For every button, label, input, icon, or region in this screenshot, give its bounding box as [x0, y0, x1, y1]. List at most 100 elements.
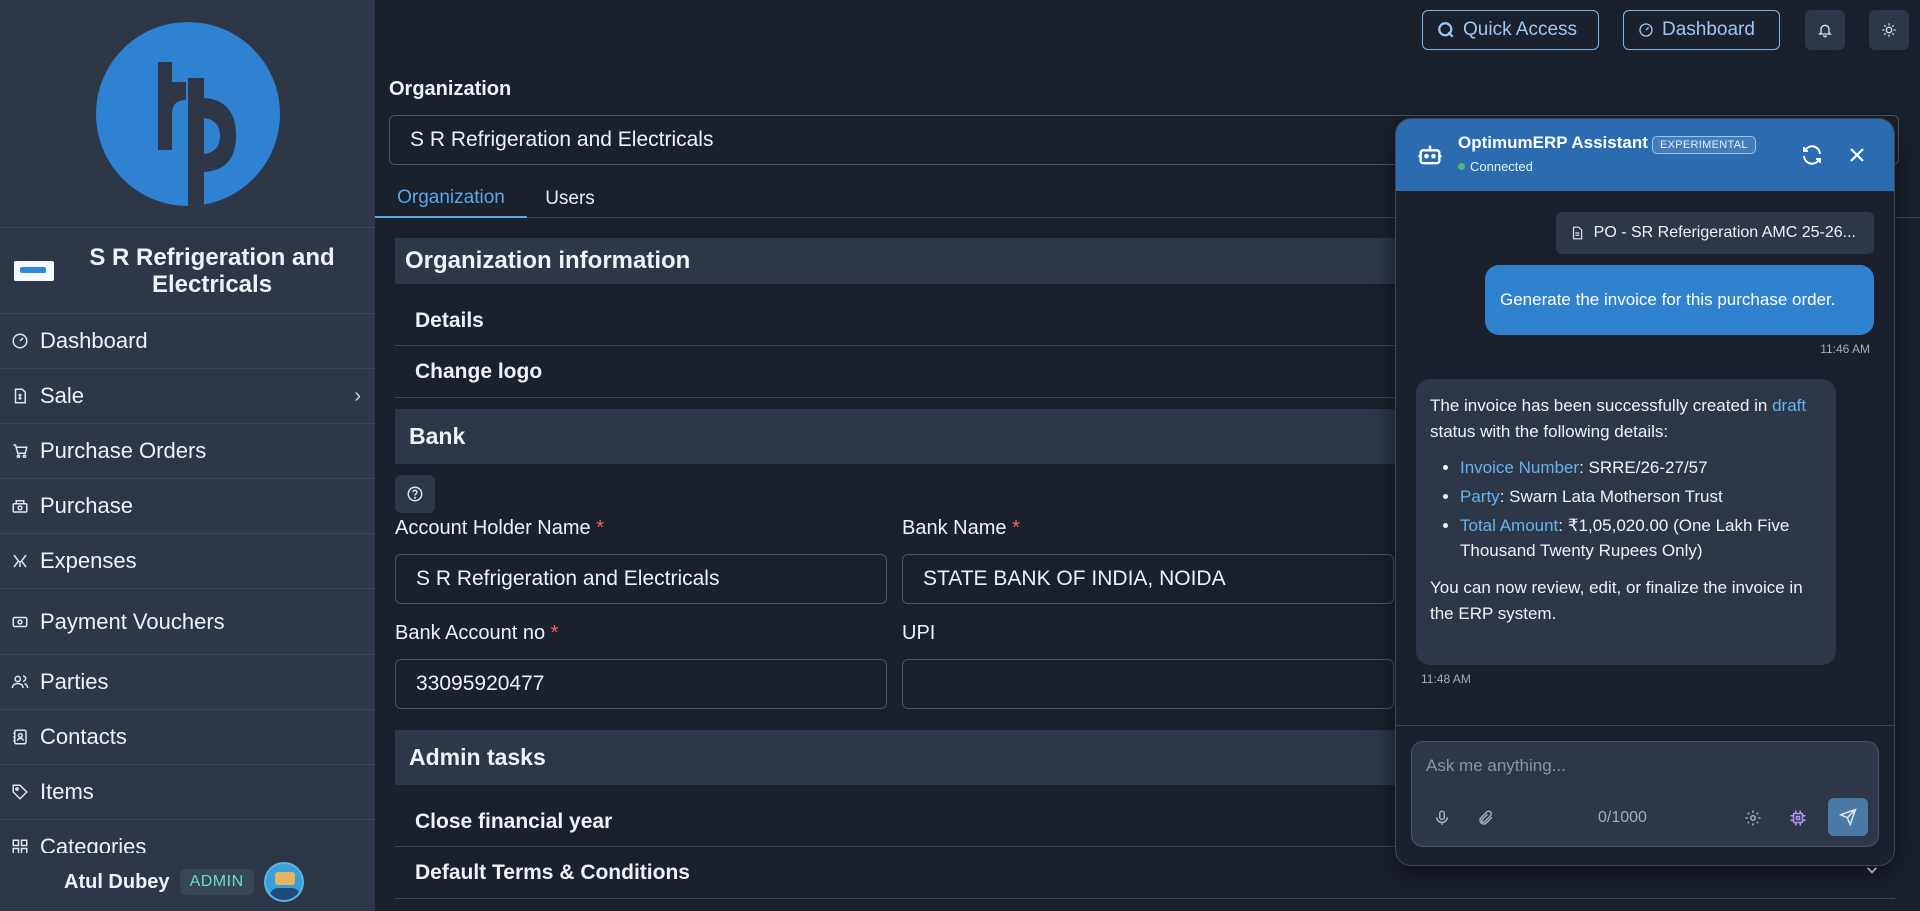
intro-text: status with the following details:	[1430, 422, 1669, 441]
chat-input-placeholder: Ask me anything...	[1426, 756, 1566, 775]
account-no-label-text: Bank Account no	[395, 622, 546, 644]
invoice-icon	[10, 386, 30, 406]
notifications-button[interactable]	[1805, 10, 1845, 50]
sidebar-item-label: Parties	[40, 669, 109, 694]
character-counter: 0/1000	[1598, 809, 1647, 826]
assistant-intro: The invoice has been successfully create…	[1430, 393, 1822, 445]
bank-name-label-text: Bank Name	[902, 517, 1007, 539]
chevron-right-icon: ›	[354, 384, 361, 407]
robot-icon	[1416, 141, 1444, 174]
users-icon	[10, 672, 30, 692]
chat-composer: Ask me anything... 0/1000	[1396, 725, 1894, 865]
sidebar: S R Refrigeration and Electricals Dashbo…	[0, 0, 375, 911]
send-button[interactable]	[1828, 798, 1868, 836]
sidebar-item-expenses[interactable]: Expenses	[0, 534, 375, 589]
sun-icon	[1882, 23, 1896, 37]
bell-icon	[1818, 24, 1832, 38]
user-name: Atul Dubey	[64, 870, 170, 893]
assistant-chat-panel: OptimumERP Assistant EXPERIMENTAL Connec…	[1395, 118, 1895, 866]
connection-status: Connected	[1458, 159, 1533, 174]
help-button[interactable]	[395, 475, 435, 513]
bank-name-label: Bank Name *	[902, 517, 1020, 540]
cart-icon	[10, 441, 30, 461]
account-holder-label-text: Account Holder Name	[395, 517, 591, 539]
tab-users[interactable]: Users	[527, 180, 613, 218]
detail-value: : Swarn Lata Motherson Trust	[1499, 487, 1723, 506]
connection-status-text: Connected	[1470, 159, 1533, 174]
paperclip-icon[interactable]	[1472, 804, 1500, 832]
sidebar-item-label: Items	[40, 779, 94, 804]
tab-organization[interactable]: Organization	[375, 180, 527, 218]
detail-key: Party	[1460, 487, 1500, 506]
sidebar-item-contacts[interactable]: Contacts	[0, 710, 375, 765]
message-timestamp: 11:46 AM	[1820, 342, 1870, 356]
document-icon	[1572, 226, 1582, 240]
account-holder-label: Account Holder Name *	[395, 517, 604, 540]
quick-access-icon	[1438, 22, 1454, 38]
sidebar-item-label: Dashboard	[40, 328, 148, 353]
row-default-terms-label: Default Terms & Conditions	[415, 860, 690, 884]
detail-key: Invoice Number	[1460, 458, 1580, 477]
sidebar-item-sale[interactable]: Sale ›	[0, 369, 375, 424]
tag-icon	[10, 782, 30, 802]
message-timestamp: 11:48 AM	[1421, 672, 1471, 686]
upi-label: UPI	[902, 622, 936, 644]
top-bar: Quick Access Dashboard	[375, 0, 1920, 60]
chip-icon[interactable]	[1784, 804, 1812, 832]
required-mark: *	[1012, 517, 1020, 539]
account-no-label: Bank Account no *	[395, 622, 558, 645]
close-icon[interactable]	[1845, 143, 1869, 172]
sidebar-item-label: Purchase Orders	[40, 438, 207, 463]
list-item: Total Amount: ₹1,05,020.00 (One Lakh Fiv…	[1460, 513, 1822, 563]
list-item: Invoice Number: SRRE/26-27/57	[1460, 455, 1822, 480]
microphone-icon[interactable]	[1428, 804, 1456, 832]
detail-value: : SRRE/26-27/57	[1579, 458, 1708, 477]
settings-icon[interactable]	[1739, 804, 1767, 832]
attachment-name: PO - SR Referigeration AMC 25-26...	[1593, 224, 1856, 241]
bank-name-field[interactable]: STATE BANK OF INDIA, NOIDA	[902, 554, 1394, 604]
quick-access-button[interactable]: Quick Access	[1422, 10, 1599, 50]
voucher-icon	[10, 612, 30, 632]
dashboard-button[interactable]: Dashboard	[1623, 10, 1780, 50]
help-icon	[407, 486, 423, 502]
org-logo	[14, 260, 54, 281]
sidebar-item-parties[interactable]: Parties	[0, 655, 375, 710]
sidebar-item-label: Payment Vouchers	[40, 608, 225, 634]
gauge-icon	[10, 331, 30, 351]
sidebar-org[interactable]: S R Refrigeration and Electricals	[0, 228, 375, 314]
refresh-icon[interactable]	[1800, 143, 1824, 172]
app-logo-icon	[95, 21, 280, 206]
org-select-label: Organization	[389, 78, 512, 100]
sidebar-item-dashboard[interactable]: Dashboard	[0, 314, 375, 369]
expenses-icon	[10, 551, 30, 571]
theme-toggle-button[interactable]	[1869, 10, 1909, 50]
dashboard-label: Dashboard	[1662, 19, 1755, 40]
required-mark: *	[550, 622, 559, 644]
sidebar-item-purchase[interactable]: Purchase	[0, 479, 375, 534]
gauge-icon	[1639, 23, 1653, 37]
sidebar-item-purchase-orders[interactable]: Purchase Orders	[0, 424, 375, 479]
avatar[interactable]	[263, 862, 304, 902]
user-message: Generate the invoice for this purchase o…	[1485, 265, 1874, 335]
upi-field[interactable]	[902, 659, 1394, 709]
experimental-badge: EXPERIMENTAL	[1652, 136, 1756, 154]
sidebar-item-payment-vouchers[interactable]: Payment Vouchers	[0, 589, 375, 655]
app-logo	[0, 0, 375, 228]
account-holder-field[interactable]: S R Refrigeration and Electricals	[395, 554, 887, 604]
role-badge: ADMIN	[179, 869, 254, 895]
status-highlight: draft	[1772, 396, 1807, 415]
money-icon	[10, 496, 30, 516]
account-no-field[interactable]: 33095920477	[395, 659, 887, 709]
attachment-chip[interactable]: PO - SR Referigeration AMC 25-26...	[1555, 212, 1874, 254]
quick-access-label: Quick Access	[1463, 19, 1578, 40]
user-profile[interactable]: Atul Dubey ADMIN	[0, 853, 375, 911]
sidebar-item-label: Purchase	[40, 493, 133, 518]
chat-header: OptimumERP Assistant EXPERIMENTAL Connec…	[1396, 119, 1894, 191]
chat-input[interactable]: Ask me anything... 0/1000	[1411, 741, 1879, 847]
status-dot	[1458, 163, 1465, 170]
sidebar-item-label: Contacts	[40, 724, 127, 749]
send-icon	[1839, 808, 1857, 826]
sidebar-item-items[interactable]: Items	[0, 765, 375, 820]
assistant-message: The invoice has been successfully create…	[1416, 379, 1836, 665]
contacts-icon	[10, 727, 30, 747]
